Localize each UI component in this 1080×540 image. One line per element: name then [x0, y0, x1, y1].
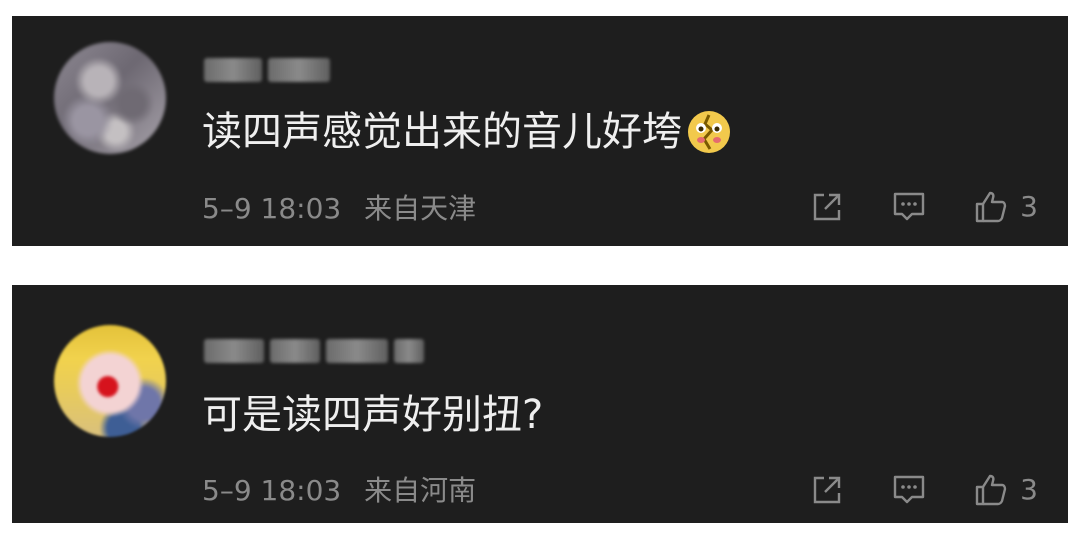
thumbs-up-icon — [975, 191, 1007, 223]
comment-actions: 3 — [808, 471, 1038, 509]
like-count: 3 — [1020, 190, 1038, 223]
avatar[interactable] — [54, 42, 166, 154]
reply-button[interactable] — [890, 471, 928, 509]
location: 来自河南 — [364, 474, 477, 507]
comment-text-row: 读四声感觉出来的音儿好垮 — [202, 108, 732, 156]
comment-text-row: 可是读四声好别扭? — [202, 391, 543, 439]
broken-heart-face-emoji-icon — [688, 111, 730, 153]
like-count: 3 — [1020, 473, 1038, 506]
share-icon — [813, 193, 841, 221]
location: 来自天津 — [364, 192, 477, 225]
timestamp: 5–9 18:03 — [202, 192, 342, 225]
comment-text: 可是读四声好别扭? — [202, 392, 544, 438]
comment-text: 读四声感觉出来的音儿好垮 — [202, 109, 682, 155]
comment-icon — [893, 192, 925, 221]
like-button[interactable]: 3 — [972, 188, 1038, 226]
thumbs-up-icon — [975, 474, 1007, 506]
username-blurred[interactable] — [204, 337, 424, 365]
comment-card: 可是读四声好别扭? 5–9 18:03 来自河南 3 — [12, 285, 1068, 523]
comment-actions: 3 — [808, 188, 1038, 226]
share-button[interactable] — [808, 188, 846, 226]
comment-icon — [893, 475, 925, 504]
share-icon — [813, 476, 841, 504]
reply-button[interactable] — [890, 188, 928, 226]
comment-meta: 5–9 18:03 来自河南 — [202, 474, 476, 508]
like-button[interactable]: 3 — [972, 471, 1038, 509]
avatar[interactable] — [54, 325, 166, 437]
comment-meta: 5–9 18:03 来自天津 — [202, 192, 476, 226]
timestamp: 5–9 18:03 — [202, 474, 342, 507]
username-blurred[interactable] — [204, 56, 330, 84]
comment-card: 读四声感觉出来的音儿好垮 5–9 18:03 来自天津 3 — [12, 16, 1068, 246]
share-button[interactable] — [808, 471, 846, 509]
